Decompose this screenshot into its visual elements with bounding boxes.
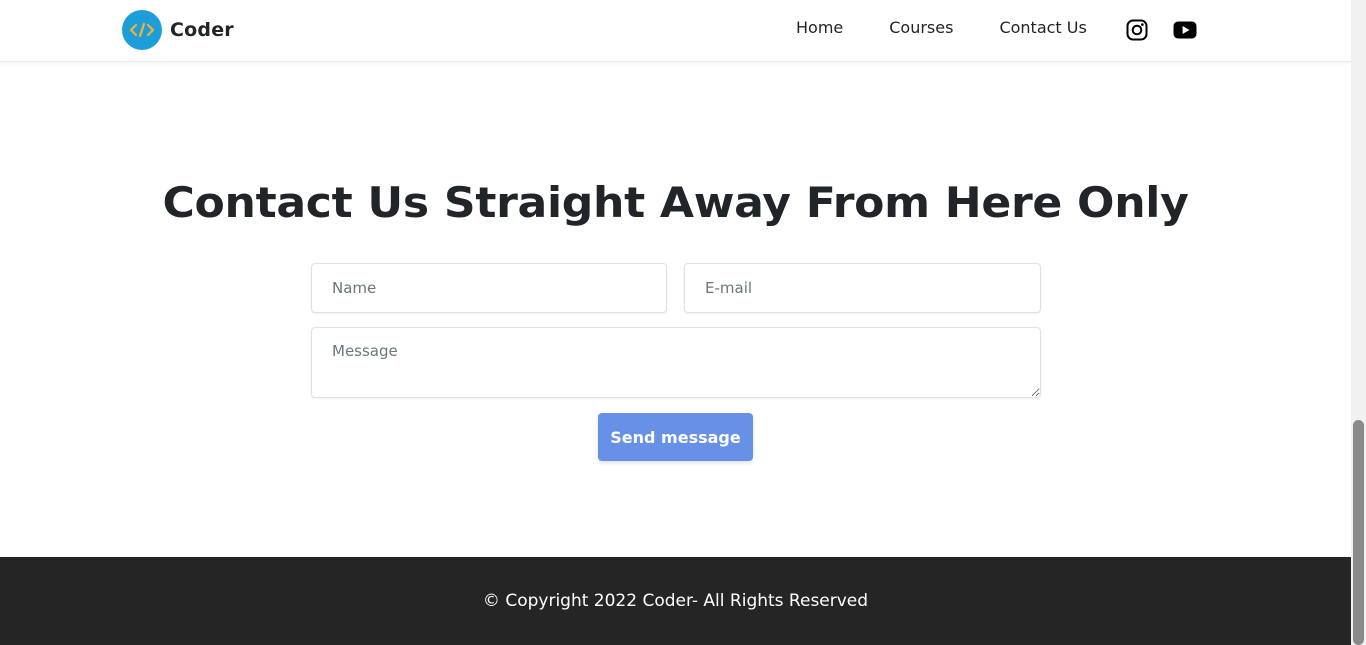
brand-link[interactable]: Coder	[122, 10, 234, 50]
youtube-icon[interactable]	[1173, 18, 1197, 42]
name-input[interactable]	[311, 263, 667, 313]
navbar: Coder Home Courses Contact Us	[0, 0, 1351, 62]
nav-link-contact-us[interactable]: Contact Us	[999, 18, 1086, 37]
scrollbar-thumb[interactable]	[1353, 420, 1364, 645]
brand-name: Coder	[170, 19, 234, 41]
nav-link-courses[interactable]: Courses	[889, 18, 953, 37]
nav-link-home[interactable]: Home	[796, 18, 843, 37]
page: Coder Home Courses Contact Us Contact Us…	[0, 0, 1351, 645]
nav-links: Home Courses Contact Us	[796, 18, 1087, 37]
browser-viewport: Coder Home Courses Contact Us Contact Us…	[0, 0, 1366, 645]
instagram-icon[interactable]	[1125, 18, 1149, 42]
footer: © Copyright 2022 Coder- All Rights Reser…	[0, 557, 1351, 645]
email-input[interactable]	[684, 263, 1041, 313]
vertical-scrollbar[interactable]	[1351, 0, 1366, 645]
send-message-button[interactable]: Send message	[598, 413, 753, 461]
message-textarea[interactable]	[311, 327, 1041, 398]
social-links	[1125, 18, 1197, 42]
code-logo-icon	[122, 10, 162, 50]
contact-title: Contact Us Straight Away From Here Only	[162, 178, 1189, 227]
copyright-text: © Copyright 2022 Coder- All Rights Reser…	[482, 591, 869, 611]
